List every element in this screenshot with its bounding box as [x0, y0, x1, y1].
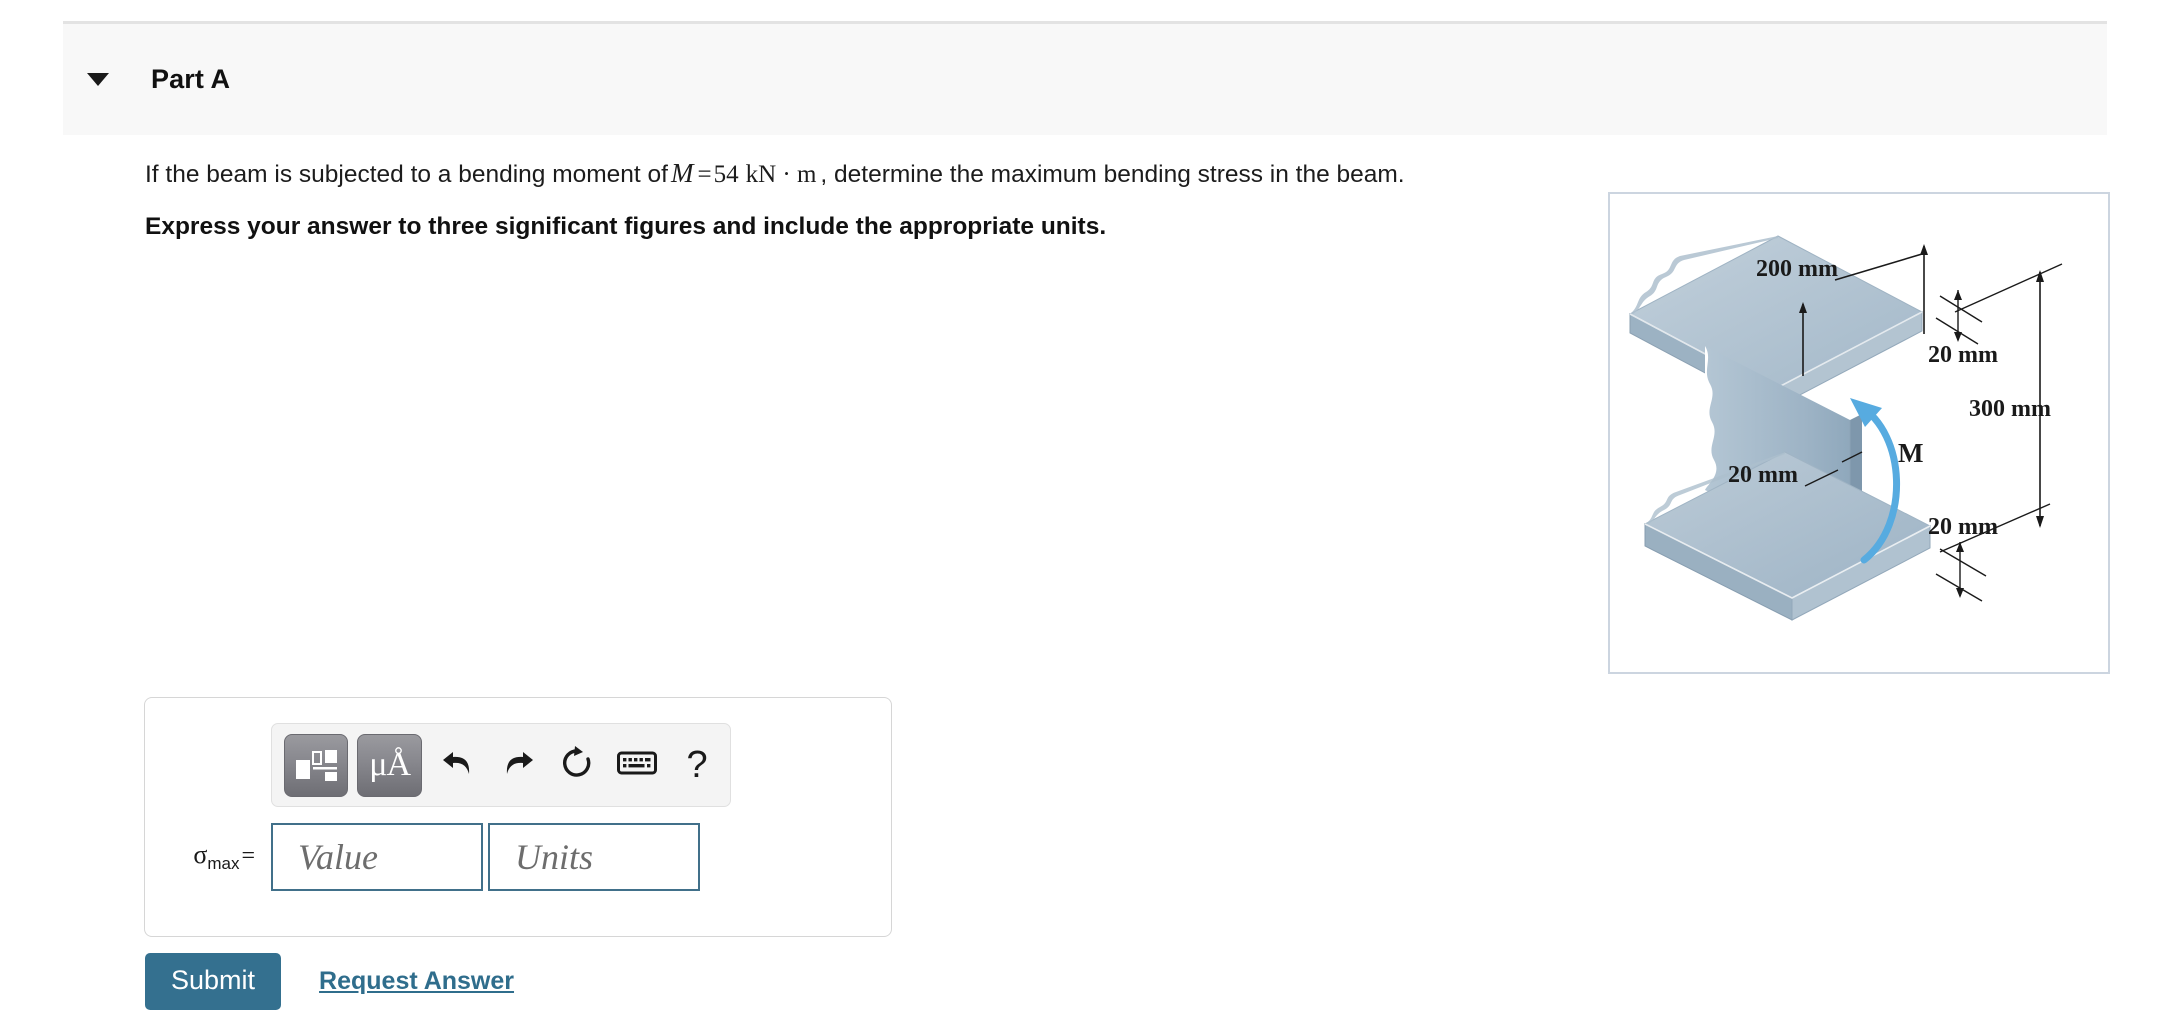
undo-button[interactable] [431, 737, 485, 793]
action-row: Submit Request Answer [145, 953, 514, 1010]
label-moment: M [1898, 438, 1923, 468]
caret-down-icon[interactable] [87, 73, 109, 86]
request-answer-link[interactable]: Request Answer [319, 967, 514, 996]
redo-icon [500, 747, 536, 784]
units-input[interactable]: Units [488, 823, 700, 891]
moment-value: 54 [713, 161, 739, 188]
moment-equals: = [697, 161, 712, 188]
answer-entry-panel: μÅ ? σmax= Value Units [144, 697, 892, 937]
answer-variable-label: σmax= [145, 840, 271, 874]
units-icon: μÅ [369, 746, 411, 783]
value-placeholder: Value [298, 837, 378, 877]
help-button[interactable]: ? [670, 737, 724, 793]
label-flange-width: 200 mm [1756, 256, 1838, 282]
beam-diagram-svg: 200 mm 20 mm 300 mm 20 mm 20 mm M [1628, 235, 2063, 621]
label-web-thickness: 20 mm [1728, 462, 1798, 488]
math-template-icon [292, 744, 340, 786]
value-input[interactable]: Value [271, 823, 483, 891]
moment-symbol: M [670, 158, 694, 188]
page-title: Part A [151, 64, 231, 94]
math-template-button[interactable] [284, 733, 349, 797]
redo-button[interactable] [491, 737, 545, 793]
help-icon: ? [686, 744, 708, 786]
answer-equals: = [241, 842, 255, 869]
undo-icon [440, 747, 476, 784]
question-text-tail: , determine the maximum bending stress i… [820, 161, 1405, 188]
label-bottom-flange-thickness: 20 mm [1928, 514, 1998, 540]
part-header-bar: Part A [63, 21, 2107, 135]
answer-toolbar: μÅ ? [271, 723, 731, 807]
reset-button[interactable] [551, 737, 605, 793]
question-statement: If the beam is subjected to a bending mo… [145, 155, 1545, 193]
beam-figure-panel: 200 mm 20 mm 300 mm 20 mm 20 mm M [1608, 192, 2110, 674]
submit-button[interactable]: Submit [145, 953, 282, 1010]
reset-icon [559, 745, 595, 786]
question-area: If the beam is subjected to a bending mo… [145, 155, 1545, 241]
keyboard-icon [617, 749, 658, 782]
units-button[interactable]: μÅ [357, 733, 422, 797]
label-total-depth: 300 mm [1969, 396, 2051, 422]
answer-input-row: σmax= Value Units [145, 823, 891, 891]
answer-instruction: Express your answer to three significant… [145, 212, 1107, 240]
units-placeholder: Units [515, 837, 594, 877]
moment-units: kN · m [745, 161, 817, 188]
sigma-symbol: σ [193, 839, 208, 869]
keyboard-button[interactable] [610, 737, 664, 793]
label-top-flange-thickness: 20 mm [1928, 342, 1998, 368]
sigma-subscript: max [207, 854, 240, 874]
question-text-lead: If the beam is subjected to a bending mo… [145, 161, 668, 188]
